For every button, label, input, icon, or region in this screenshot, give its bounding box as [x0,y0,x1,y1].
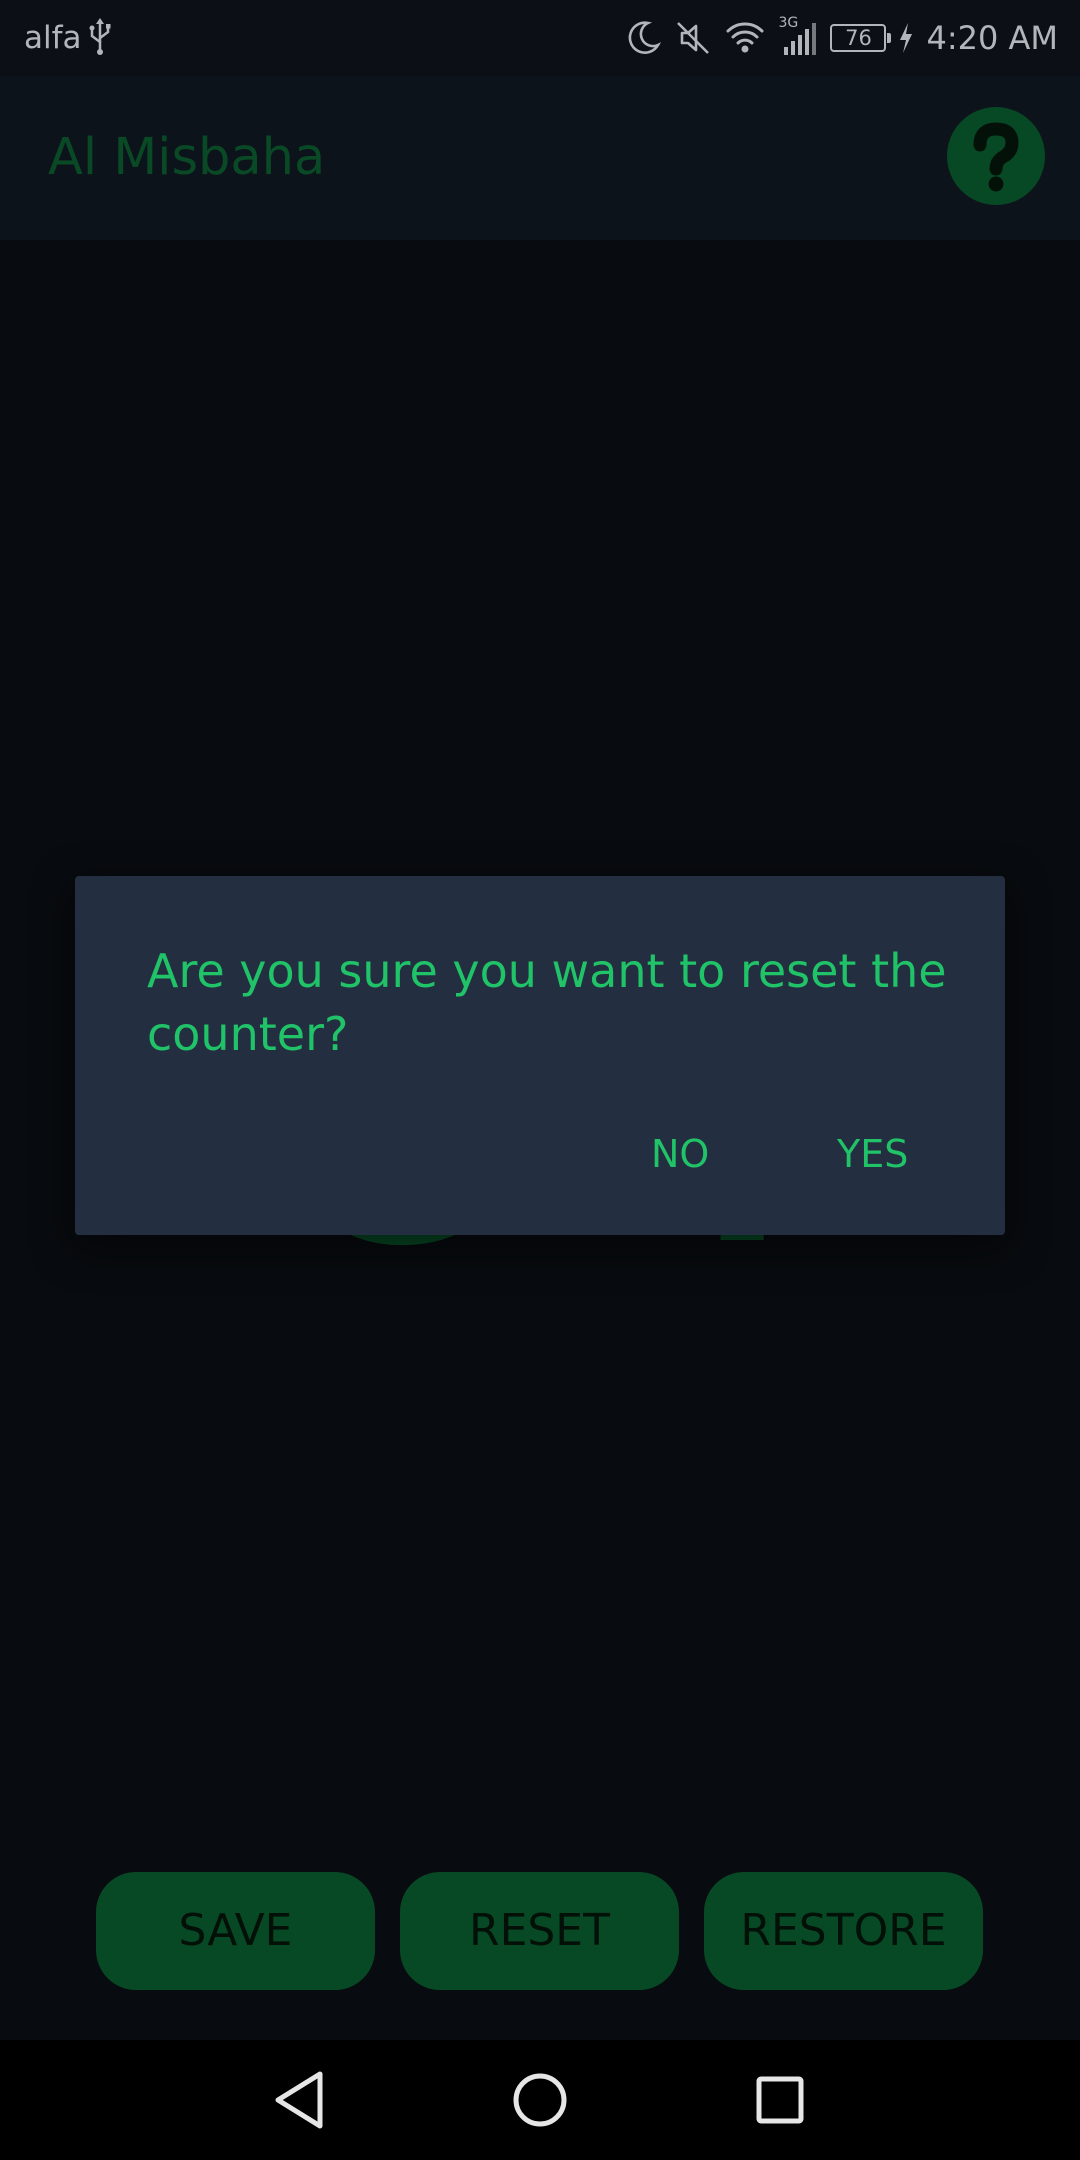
dialog-no-button[interactable]: NO [641,1124,719,1184]
dialog-message: Are you sure you want to reset the count… [147,944,947,1061]
reset-confirm-dialog: Are you sure you want to reset the count… [75,876,1005,1235]
dialog-yes-button[interactable]: YES [827,1124,918,1184]
screen: alfa 3G 76 4:20 AM Al Misbaha SAVE RESET… [0,0,1080,2160]
navigation-bar [0,2040,1080,2160]
home-icon[interactable] [500,2060,580,2140]
back-icon[interactable] [260,2060,340,2140]
recents-icon[interactable] [740,2060,820,2140]
